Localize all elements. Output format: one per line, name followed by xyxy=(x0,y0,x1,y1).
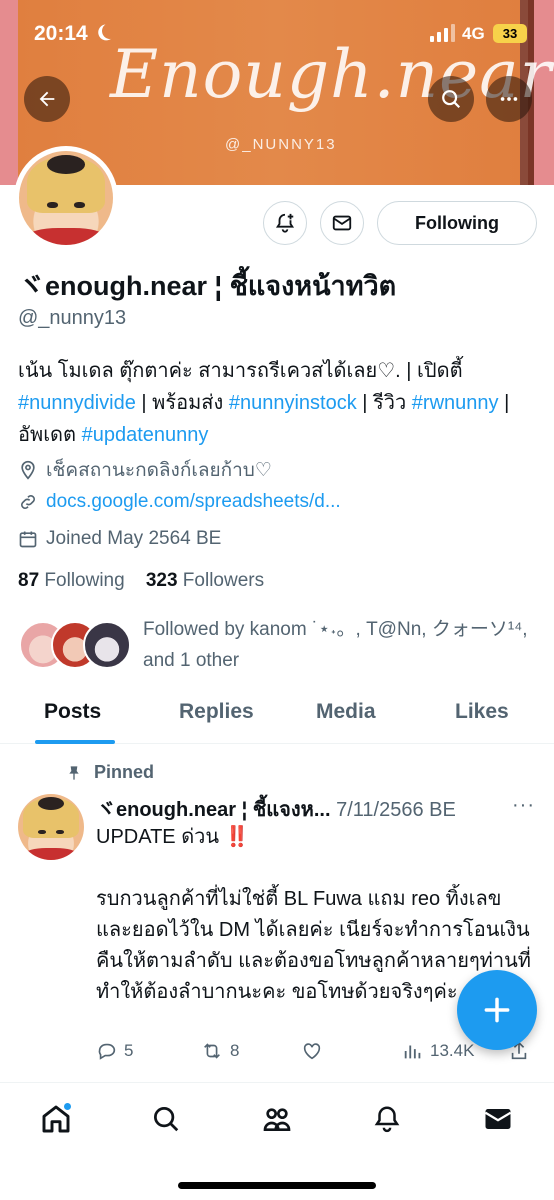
followed-by-text[interactable]: Followed by kanom ˙⋆˖。, T@Nn, クォーソ¹⁴, an… xyxy=(143,614,543,676)
tweet-date[interactable]: 7/11/2566 BE xyxy=(336,799,456,821)
tweet-header: ヾenough.near ¦ ชี้แจงห... 7/11/2566 BE xyxy=(96,793,456,825)
banner-handle: @_NUNNY13 xyxy=(225,136,337,153)
back-button[interactable] xyxy=(24,76,70,122)
avatar-image xyxy=(19,151,113,245)
views-icon xyxy=(404,1045,421,1059)
location-text: เช็คสถานะกดลิงก์เลยก้าบ♡ xyxy=(46,460,272,481)
website-row: docs.google.com/spreadsheets/d... xyxy=(18,491,341,513)
explore-icon xyxy=(154,1107,179,1132)
nav-home[interactable] xyxy=(36,1099,76,1139)
views-button[interactable]: 13.4K xyxy=(402,1040,474,1062)
calendar-icon xyxy=(19,531,37,548)
search-button[interactable] xyxy=(428,76,474,122)
nav-explore[interactable] xyxy=(146,1099,186,1139)
website-link[interactable]: docs.google.com/spreadsheets/d... xyxy=(46,491,341,513)
nav-communities[interactable] xyxy=(257,1099,297,1139)
tweet-actions: 5 8 13.4K xyxy=(96,1040,536,1066)
nav-messages[interactable] xyxy=(478,1099,518,1139)
message-button[interactable] xyxy=(320,201,364,245)
tweet-author[interactable]: ヾenough.near ¦ ชี้แจงห... xyxy=(96,799,331,821)
follow-counts: 87 Following 323 Followers xyxy=(18,570,264,592)
status-bar: 20:14 4G 33 xyxy=(0,0,554,68)
pinned-label: Pinned xyxy=(66,762,154,783)
like-button[interactable] xyxy=(300,1040,324,1062)
active-tab-indicator xyxy=(35,740,115,744)
profile-avatar[interactable] xyxy=(14,146,118,250)
followers-count-link[interactable]: 323 Followers xyxy=(146,570,264,591)
hashtag-link[interactable]: #nunnydivide xyxy=(18,392,136,414)
back-arrow-icon xyxy=(39,91,55,107)
following-button[interactable]: Following xyxy=(377,201,537,245)
notifications-subscribe-button[interactable] xyxy=(263,201,307,245)
like-icon xyxy=(303,1043,321,1060)
messages-icon xyxy=(484,1109,512,1129)
followers-you-know-avatars[interactable] xyxy=(19,621,131,671)
joined-text: Joined May 2564 BE xyxy=(46,528,222,549)
profile-tabs: Posts Replies Media Likes xyxy=(0,688,554,744)
notifications-icon xyxy=(374,1106,400,1133)
search-icon xyxy=(442,90,461,109)
joined-row: Joined May 2564 BE xyxy=(18,528,221,550)
avatar xyxy=(83,621,131,669)
home-indicator xyxy=(178,1182,376,1189)
nav-notifications[interactable] xyxy=(367,1099,407,1139)
hashtag-link[interactable]: #updatenunny xyxy=(82,424,209,446)
pin-icon xyxy=(69,765,79,780)
unread-dot xyxy=(63,1102,72,1111)
battery-icon: 33 xyxy=(493,24,527,43)
link-icon xyxy=(21,495,35,509)
display-name: ヾenough.near ¦ ชี้แจงหน้าทวิต xyxy=(18,271,397,301)
reply-icon xyxy=(98,1043,116,1060)
plus-icon xyxy=(484,997,510,1023)
tab-replies[interactable]: Replies xyxy=(179,700,254,724)
location-icon xyxy=(21,460,35,480)
tab-posts[interactable]: Posts xyxy=(44,700,101,724)
hashtag-link[interactable]: #nunnyinstock xyxy=(229,392,357,414)
reply-button[interactable]: 5 xyxy=(96,1040,133,1062)
network-label: 4G xyxy=(462,24,485,43)
location-row: เช็คสถานะกดลิงก์เลยก้าบ♡ xyxy=(18,455,272,485)
retweet-button[interactable]: 8 xyxy=(200,1040,239,1062)
tab-likes[interactable]: Likes xyxy=(455,700,509,724)
tab-media[interactable]: Media xyxy=(316,700,376,724)
more-button[interactable] xyxy=(486,76,532,122)
bell-plus-icon xyxy=(275,213,295,233)
following-count-link[interactable]: 87 Following xyxy=(18,570,125,591)
tweet-avatar[interactable] xyxy=(18,794,84,860)
user-handle: @_nunny13 xyxy=(18,307,127,329)
retweet-icon xyxy=(204,1043,220,1059)
mail-icon xyxy=(332,215,352,231)
hashtag-link[interactable]: #rwnunny xyxy=(412,392,499,414)
more-icon xyxy=(500,97,518,101)
signal-icon xyxy=(430,24,456,42)
communities-icon xyxy=(263,1108,291,1131)
tweet-more-button[interactable]: ··· xyxy=(512,794,535,817)
moon-icon xyxy=(100,21,121,42)
bio: เน้น โมเดล ตุ๊กตาค่ะ สามารถรีเควสได้เลย♡… xyxy=(18,360,510,446)
status-time: 20:14 xyxy=(34,22,88,45)
compose-button[interactable] xyxy=(457,970,537,1050)
